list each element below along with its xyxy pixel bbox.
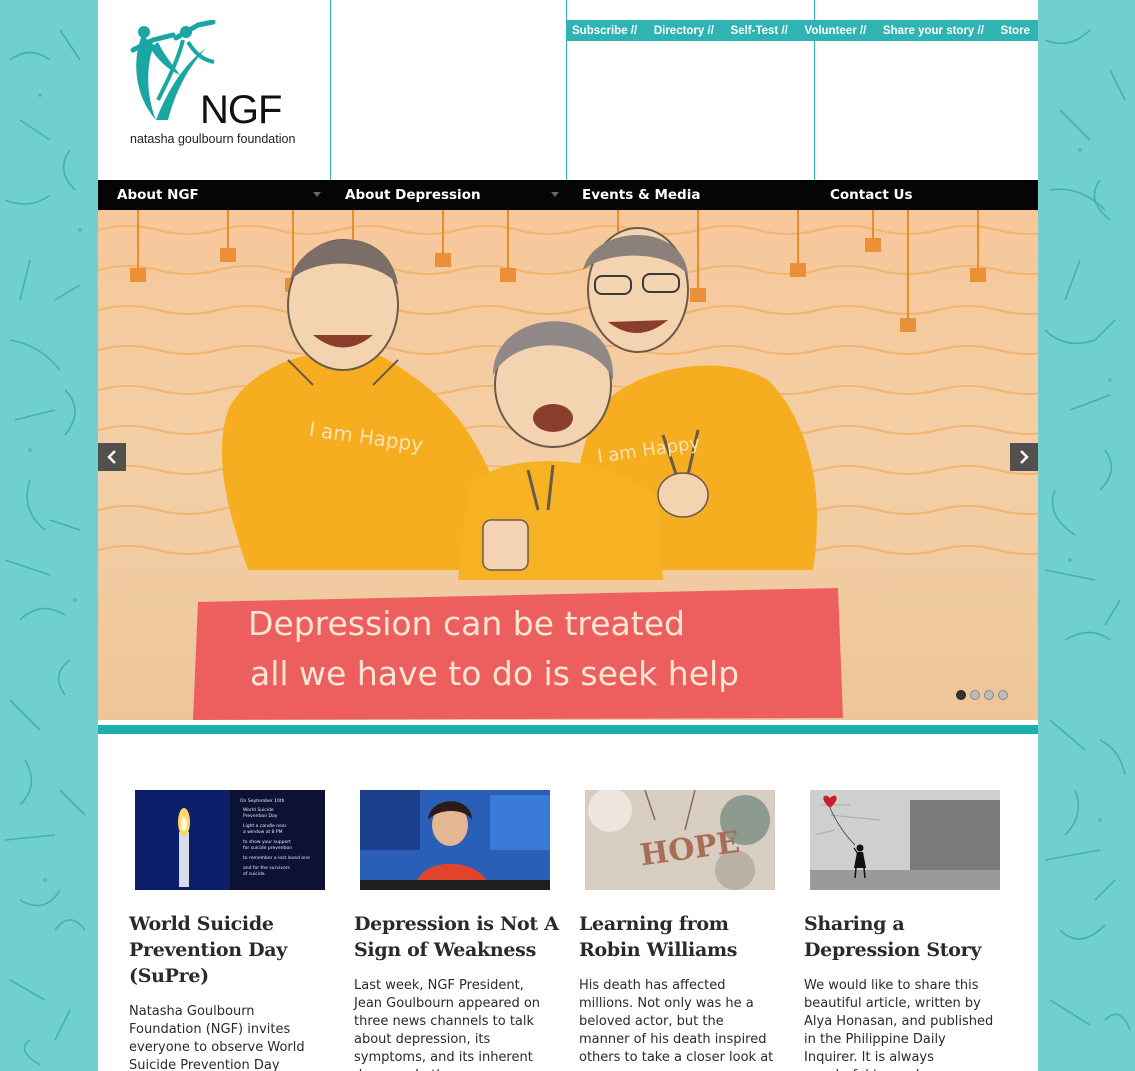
main-nav-events-media[interactable]: Events & Media <box>582 180 700 210</box>
slider-prev-button[interactable] <box>98 443 126 471</box>
thumb-text: On September 10th <box>240 798 285 804</box>
thumb-text: Prevention Day <box>243 813 278 819</box>
balloon-girl-image <box>810 790 1000 890</box>
article-excerpt: His death has affected millions. Not onl… <box>579 978 774 1065</box>
article-excerpt: Natasha Goulbourn Foundation (NGF) invit… <box>129 1004 305 1071</box>
article-thumbnail[interactable]: On September 10th World Suicide Preventi… <box>135 790 325 890</box>
article-card: Sharing a Depression Story We would like… <box>804 790 1019 1071</box>
article-thumbnail[interactable] <box>360 790 550 890</box>
slider-dot[interactable] <box>998 690 1008 700</box>
candle-image: On September 10th World Suicide Preventi… <box>135 790 325 890</box>
chevron-right-icon <box>1020 450 1029 464</box>
thumb-text: Light a candle near <box>243 823 287 829</box>
article-card: On September 10th World Suicide Preventi… <box>129 790 344 1071</box>
article-title[interactable]: World Suicide Prevention Day (SuPre) <box>129 911 344 989</box>
article-title[interactable]: Learning from Robin Williams <box>579 911 794 963</box>
thumb-text: to show your support <box>243 839 291 845</box>
logo-name: natasha goulbourn foundation <box>130 132 296 146</box>
main-nav-contact[interactable]: Contact Us <box>830 180 913 210</box>
slider-pagination <box>956 690 1008 700</box>
top-nav: Subscribe // Directory // Self-Test // V… <box>567 20 1038 41</box>
main-nav-about-depression[interactable]: About Depression <box>345 180 481 210</box>
chevron-down-icon[interactable] <box>551 192 559 197</box>
slider-dot[interactable] <box>970 690 980 700</box>
top-nav-share-story[interactable]: Share your story // <box>883 25 984 37</box>
header-divider <box>330 0 331 180</box>
slider-dot[interactable] <box>956 690 966 700</box>
article-excerpt: Last week, NGF President, Jean Goulbourn… <box>354 978 541 1071</box>
article-title[interactable]: Depression is Not A Sign of Weakness <box>354 911 569 963</box>
slider-caption-line1: Depression can be treated <box>248 604 685 643</box>
thumb-text: to remember a lost loved one <box>243 855 310 861</box>
thumb-text: of suicide. <box>243 871 266 877</box>
slider-caption-line2: all we have to do is seek help <box>250 654 739 693</box>
hope-image: HOPE <box>585 790 775 890</box>
thumb-text: and for the survivors <box>243 865 291 871</box>
thumb-text: World Suicide <box>243 807 274 813</box>
article-card: Depression is Not A Sign of Weakness Las… <box>354 790 569 1071</box>
site-header: NGF natasha goulbourn foundation Subscri… <box>98 0 1038 180</box>
divider-bar <box>98 725 1038 734</box>
chevron-down-icon[interactable] <box>313 192 321 197</box>
thumb-text: for suicide prevention <box>243 845 292 851</box>
top-nav-subscribe[interactable]: Subscribe // <box>572 25 637 37</box>
site-logo[interactable]: NGF natasha goulbourn foundation <box>128 20 298 150</box>
slider-next-button[interactable] <box>1010 443 1038 471</box>
slider-dot[interactable] <box>984 690 994 700</box>
main-nav-about-ngf[interactable]: About NGF <box>117 180 199 210</box>
page: NGF natasha goulbourn foundation Subscri… <box>98 0 1038 1071</box>
thumb-text: a window at 8 PM <box>243 829 283 835</box>
hero-slider[interactable]: I am Happy I am Happy Depression can be … <box>98 210 1038 720</box>
top-nav-directory[interactable]: Directory // <box>654 25 714 37</box>
hero-illustration: I am Happy I am Happy Depression can be … <box>98 210 1038 720</box>
logo-mark: NGF <box>200 88 282 132</box>
main-nav: About NGF About Depression Events & Medi… <box>98 180 1038 210</box>
article-thumbnail[interactable]: HOPE <box>585 790 775 890</box>
chevron-left-icon <box>107 450 116 464</box>
top-nav-store[interactable]: Store <box>1001 25 1030 37</box>
tv-interview-image <box>360 790 550 890</box>
article-thumbnail[interactable] <box>810 790 1000 890</box>
article-card: HOPE Learning from Robin Williams His de… <box>579 790 794 1067</box>
article-excerpt: We would like to share this beautiful ar… <box>804 978 994 1071</box>
top-nav-self-test[interactable]: Self-Test // <box>731 25 788 37</box>
article-title[interactable]: Sharing a Depression Story <box>804 911 1019 963</box>
top-nav-volunteer[interactable]: Volunteer // <box>805 25 867 37</box>
